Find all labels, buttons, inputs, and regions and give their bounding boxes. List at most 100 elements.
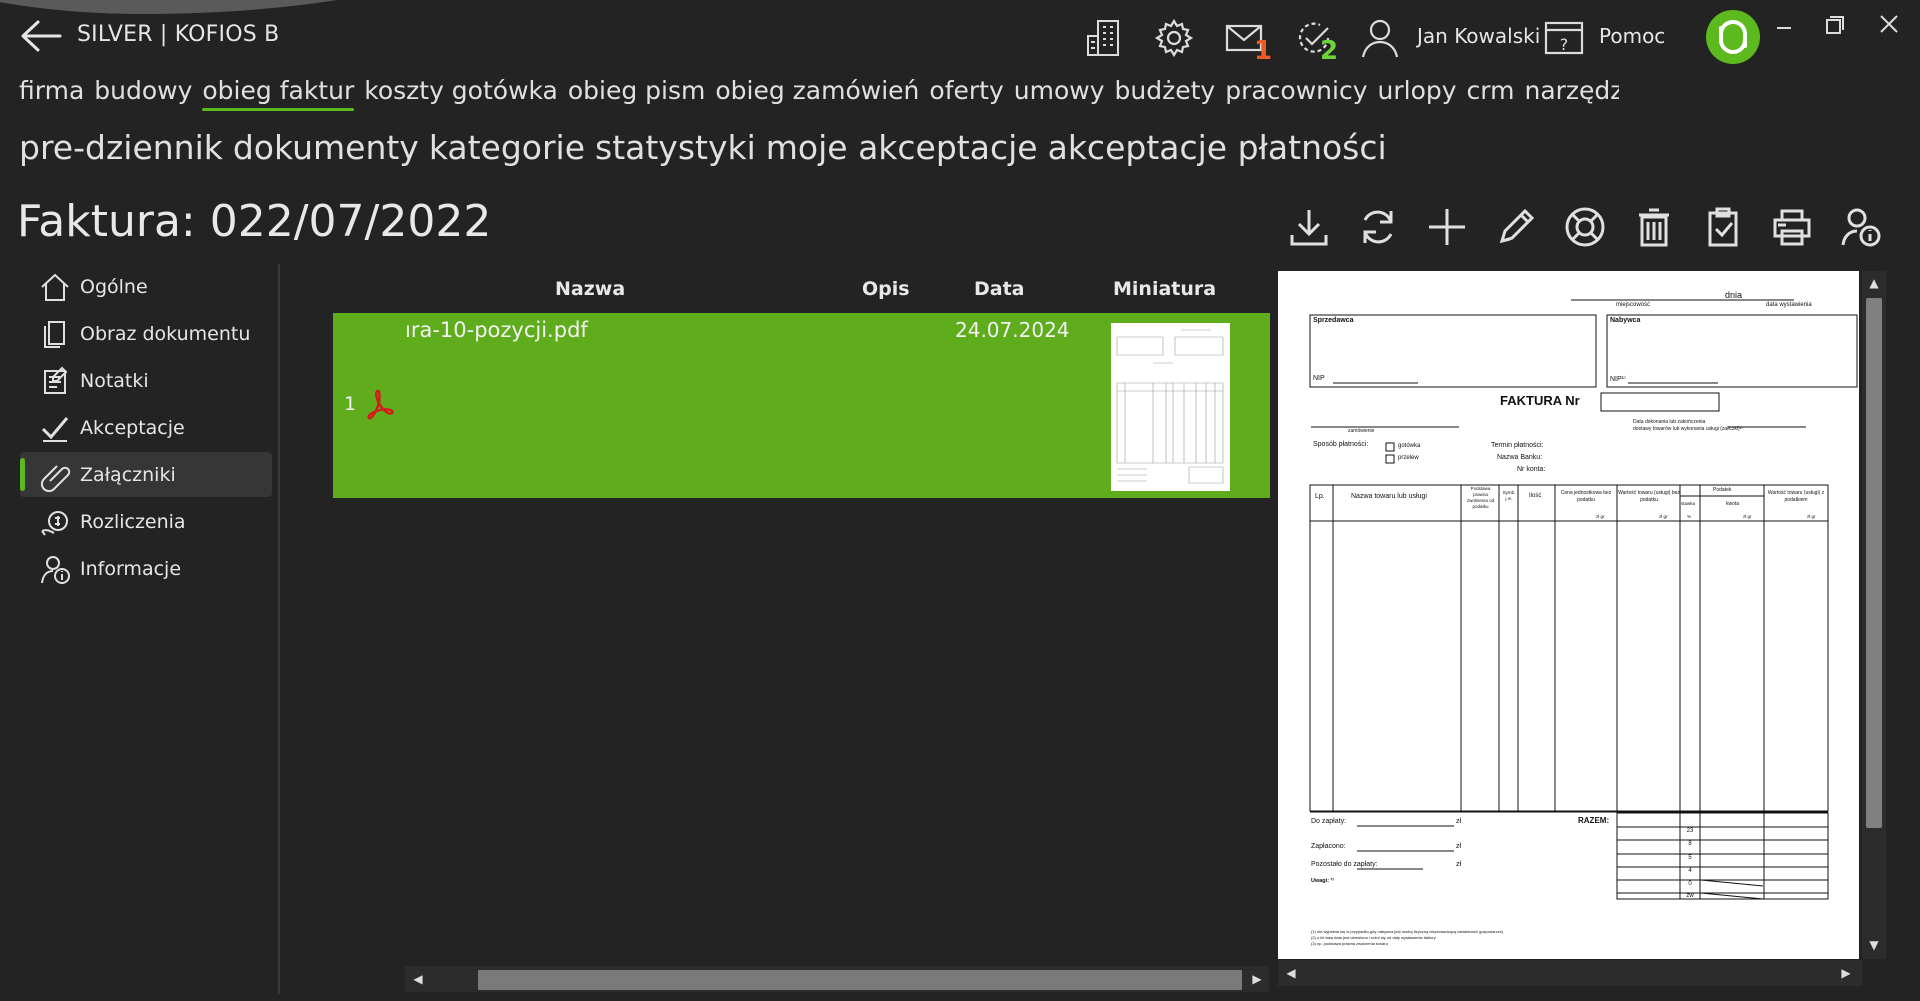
notes-icon (38, 364, 72, 398)
inv-nip: NIP (1313, 375, 1325, 382)
inv-dnia: dnia (1725, 290, 1743, 300)
main-nav-item[interactable]: pracownicy (1225, 76, 1367, 111)
print-icon[interactable] (1770, 205, 1814, 249)
document-preview: dnia miejscowość data wystawienia Sprzed… (1278, 271, 1859, 959)
column-header-miniatura[interactable]: Miniatura (1113, 278, 1216, 300)
inv-procent: % (1687, 514, 1692, 519)
sub-nav-item[interactable]: dokumenty (233, 128, 419, 167)
inv-zl-gr-2: zł gr (1659, 514, 1668, 519)
attachment-name[interactable]: ıra-10-pozycji.pdf (405, 318, 588, 342)
inv-col-podstawa: Podstawa prawna zwolnienia od podatku (1466, 486, 1495, 509)
main-nav: firma budowy obieg faktur koszty gotówka obi… (19, 76, 1619, 116)
sub-nav-item[interactable]: akceptacje płatności (1048, 128, 1387, 167)
scroll-down-icon[interactable]: ▼ (1864, 934, 1884, 956)
preview-scroll-left-icon[interactable]: ◀ (1281, 960, 1301, 986)
side-menu-item[interactable]: Ogólne (20, 264, 272, 309)
main-nav-item[interactable]: obieg faktur (202, 76, 354, 111)
main-nav-item[interactable]: obieg pism (568, 76, 706, 111)
inv-uwagi: Uwagi: ³⁾ (1311, 878, 1334, 884)
main-nav-item[interactable]: firma (19, 76, 84, 111)
scroll-up-icon[interactable]: ▲ (1864, 272, 1884, 294)
refresh-icon[interactable] (1356, 205, 1400, 249)
main-nav-item[interactable]: obieg zamówień (715, 76, 919, 111)
main-nav-item[interactable]: narzędzia (1524, 76, 1619, 111)
close-icon[interactable] (1869, 10, 1909, 40)
side-menu-item[interactable]: Informacje (20, 546, 272, 591)
inv-data-dokonania-1: Data dokonania lub zakończenia (1633, 419, 1706, 425)
main-nav-item[interactable]: urlopy (1378, 76, 1457, 111)
delete-icon[interactable] (1632, 205, 1676, 249)
preview-vertical-scrollbar-thumb[interactable] (1866, 298, 1882, 828)
side-menu-label: Informacje (80, 557, 182, 580)
inv-zl-1: zł (1456, 818, 1462, 825)
side-menu-label: Rozliczenia (80, 510, 186, 533)
mail-badge: 1 (1254, 36, 1273, 66)
inv-footnote-2: (2) o ile taka data jest określona i róż… (1311, 935, 1436, 940)
scroll-left-icon[interactable]: ◀ (408, 966, 428, 992)
header-decoration (0, 0, 540, 16)
user-name[interactable]: Jan Kowalski (1417, 24, 1540, 48)
inv-do-zaplaty: Do zapłaty: (1311, 818, 1347, 825)
add-icon[interactable] (1425, 205, 1469, 249)
pdf-icon (363, 387, 397, 421)
main-nav-item[interactable]: umowy (1014, 76, 1105, 111)
column-header-opis[interactable]: Opis (862, 278, 910, 300)
download-icon[interactable] (1287, 205, 1331, 249)
inv-nazwa-banku: Nazwa Banku: (1497, 454, 1543, 461)
inv-przelew: przelew (1398, 455, 1419, 461)
side-menu-item[interactable]: Załączniki (20, 452, 272, 497)
preview-horizontal-scrollbar[interactable] (1278, 960, 1862, 986)
sub-nav-item[interactable]: statystyki (595, 128, 756, 167)
user-info-icon (38, 552, 72, 586)
side-menu-item[interactable]: Notatki (20, 358, 272, 403)
attachment-thumbnail[interactable] (1111, 323, 1230, 491)
main-nav-item[interactable]: crm (1467, 76, 1515, 111)
horizontal-scrollbar-thumb[interactable] (478, 970, 1242, 990)
sub-nav-item[interactable]: moje akceptacje (766, 128, 1038, 167)
inv-rate-5: 5 (1688, 855, 1692, 861)
help-ring-icon[interactable] (1563, 205, 1607, 249)
user-icon[interactable] (1356, 14, 1404, 62)
page-title: Faktura: 022/07/2022 (17, 196, 492, 247)
side-menu-item[interactable]: Rozliczenia (20, 499, 272, 544)
clipboard-icon[interactable] (1701, 205, 1745, 249)
inv-col-podatek: Podatek (1713, 487, 1732, 493)
side-menu-label: Ogólne (80, 275, 148, 298)
back-arrow-icon[interactable] (18, 18, 64, 54)
side-menu-item[interactable]: Akceptacje (20, 405, 272, 450)
inv-faktura-nr: FAKTURA Nr (1500, 393, 1580, 408)
inv-col-ilosc: Ilość (1529, 493, 1542, 499)
scroll-right-icon[interactable]: ▶ (1247, 966, 1267, 992)
inv-zaplacono: Zapłacono: (1311, 843, 1346, 850)
inv-col-symbol: Symb. j.m. (1502, 490, 1516, 501)
row-number: 1 (344, 393, 357, 415)
help-icon[interactable]: ? (1540, 14, 1588, 62)
preview-scroll-right-icon[interactable]: ▶ (1836, 960, 1856, 986)
maximize-icon[interactable] (1814, 10, 1854, 40)
side-menu-item[interactable]: Obraz dokumentu (20, 311, 272, 356)
sub-nav-item[interactable]: pre-dziennik (19, 128, 223, 167)
inv-rate-8: 8 (1688, 841, 1692, 847)
inv-zl-gr-1: zł gr (1596, 514, 1605, 519)
inv-rate-23: 23 (1686, 828, 1694, 834)
svg-text:?: ? (1560, 35, 1569, 54)
sub-nav-item[interactable]: kategorie (429, 128, 585, 167)
column-header-data[interactable]: Data (974, 278, 1025, 300)
column-header-nazwa[interactable]: Nazwa (555, 278, 625, 300)
inv-zl-3: zł (1456, 861, 1462, 868)
main-nav-item[interactable]: oferty (929, 76, 1003, 111)
main-nav-item[interactable]: budżety (1115, 76, 1216, 111)
user-info-icon[interactable] (1839, 205, 1883, 249)
main-nav-item[interactable]: koszty gotówka (364, 76, 558, 111)
edit-icon[interactable] (1494, 205, 1538, 249)
building-icon[interactable] (1080, 14, 1128, 62)
inv-rate-0: 0 (1688, 881, 1692, 887)
inv-rate-zw: zw (1686, 893, 1694, 899)
minimize-icon[interactable] (1764, 10, 1804, 40)
tasks-badge: 2 (1320, 36, 1339, 66)
gear-icon[interactable] (1150, 14, 1198, 62)
inv-nabywca: Nabywca (1610, 317, 1641, 324)
main-nav-item[interactable]: budowy (94, 76, 192, 111)
inv-razem: RAZEM: (1578, 816, 1610, 825)
help-label[interactable]: Pomoc (1599, 24, 1665, 48)
